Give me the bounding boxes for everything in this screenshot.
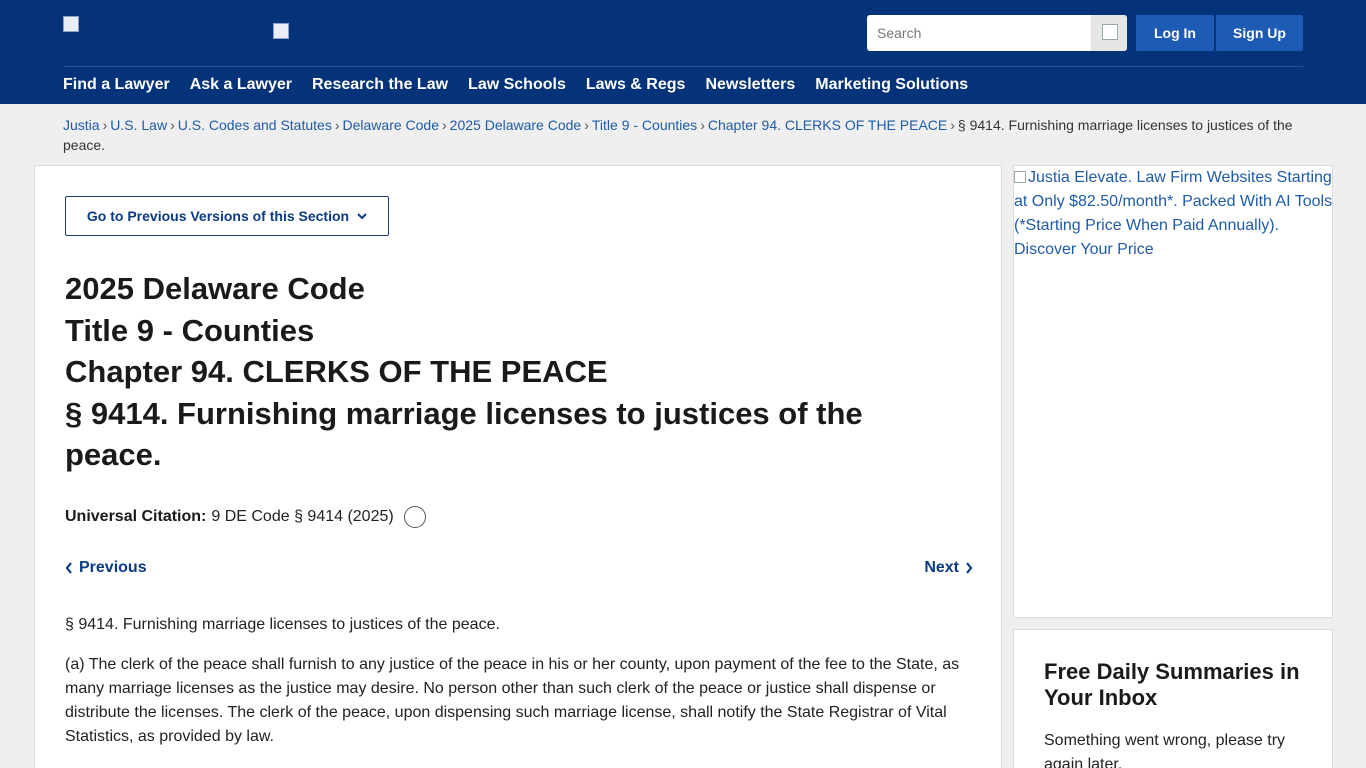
breadcrumb-item[interactable]: U.S. Law: [110, 117, 167, 133]
breadcrumb-separator: ›: [584, 117, 589, 133]
nav-laws-and-regs[interactable]: Laws & Regs: [586, 74, 686, 98]
site-header: Log In Sign Up Find a Lawyer Ask a Lawye…: [0, 0, 1366, 104]
sidebar-ad: Justia Elevate. Law Firm Websites Starti…: [1013, 165, 1333, 618]
next-label: Next: [924, 559, 959, 576]
search-icon: [1102, 24, 1118, 40]
newsletter-title: Free Daily Summaries in Your Inbox: [1044, 659, 1300, 710]
breadcrumb-item[interactable]: Delaware Code: [343, 117, 440, 133]
nav-find-a-lawyer[interactable]: Find a Lawyer: [63, 74, 170, 98]
breadcrumb-separator: ›: [170, 117, 175, 133]
main-content: Go to Previous Versions of this Section …: [34, 165, 1002, 768]
next-section-link[interactable]: Next: [924, 559, 973, 577]
breadcrumb-item[interactable]: 2025 Delaware Code: [450, 117, 582, 133]
statute-heading: § 9414. Furnishing marriage licenses to …: [65, 616, 500, 633]
breadcrumb-separator: ›: [102, 117, 108, 133]
justia-logo-icon[interactable]: [63, 16, 79, 32]
breadcrumb-item[interactable]: Chapter 94. CLERKS OF THE PEACE: [708, 117, 947, 133]
newsletter-box: Free Daily Summaries in Your Inbox Somet…: [1013, 629, 1333, 768]
title-code: 2025 Delaware Code: [65, 271, 365, 306]
previous-versions-label: Go to Previous Versions of this Section: [86, 208, 350, 224]
nav-marketing-solutions[interactable]: Marketing Solutions: [815, 74, 968, 98]
search-button[interactable]: [1091, 15, 1127, 51]
broken-image-icon: [1014, 171, 1026, 183]
statute-text: § 9414. Furnishing marriage licenses to …: [65, 613, 965, 765]
nav-newsletters[interactable]: Newsletters: [705, 74, 795, 98]
chevron-left-icon: [65, 562, 72, 574]
previous-versions-button[interactable]: Go to Previous Versions of this Section: [65, 196, 389, 236]
nav-ask-a-lawyer[interactable]: Ask a Lawyer: [190, 74, 292, 98]
main-nav: Find a Lawyer Ask a Lawyer Research the …: [63, 74, 968, 98]
breadcrumb-separator: ›: [700, 117, 705, 133]
nav-law-schools[interactable]: Law Schools: [468, 74, 566, 98]
page-title: 2025 Delaware Code Title 9 - Counties Ch…: [65, 268, 945, 476]
previous-label: Previous: [79, 559, 147, 576]
copy-citation-icon[interactable]: [403, 506, 426, 528]
secondary-logo-icon[interactable]: [273, 23, 289, 39]
statute-paragraph-a: (a) The clerk of the peace shall furnish…: [65, 656, 960, 745]
header-divider: [63, 66, 1303, 67]
breadcrumb-separator: ›: [442, 117, 447, 133]
search-box: [867, 15, 1127, 51]
ad-alt-text: Justia Elevate. Law Firm Websites Starti…: [1014, 169, 1333, 258]
section-pagination: Previous Next: [65, 559, 973, 581]
chevron-down-icon: [357, 212, 367, 219]
search-input[interactable]: [867, 15, 1091, 51]
chevron-right-icon: [966, 562, 973, 574]
breadcrumb-item[interactable]: Justia: [63, 117, 100, 133]
citation-label: Universal Citation:: [65, 508, 207, 525]
breadcrumb: Justia › U.S. Law › U.S. Codes and Statutes ›…: [63, 115, 1303, 155]
login-button[interactable]: Log In: [1136, 15, 1214, 51]
breadcrumb-item[interactable]: U.S. Codes and Statutes: [178, 117, 332, 133]
previous-section-link[interactable]: Previous: [65, 559, 147, 577]
citation-value: 9 DE Code § 9414 (2025): [211, 508, 394, 525]
newsletter-error-message: Something went wrong, please try again l…: [1044, 732, 1286, 768]
breadcrumb-item[interactable]: Title 9 - Counties: [592, 117, 697, 133]
nav-research-the-law[interactable]: Research the Law: [312, 74, 448, 98]
title-title: Title 9 - Counties: [65, 312, 315, 348]
ad-link[interactable]: Justia Elevate. Law Firm Websites Starti…: [1014, 166, 1334, 262]
title-chapter: Chapter 94. CLERKS OF THE PEACE: [65, 354, 608, 389]
title-section: § 9414. Furnishing marriage licenses to …: [65, 395, 863, 473]
breadcrumb-separator: ›: [334, 117, 340, 133]
universal-citation: Universal Citation: 9 DE Code § 9414 (20…: [65, 506, 426, 528]
signup-button[interactable]: Sign Up: [1216, 15, 1303, 51]
breadcrumb-separator: ›: [950, 117, 955, 133]
